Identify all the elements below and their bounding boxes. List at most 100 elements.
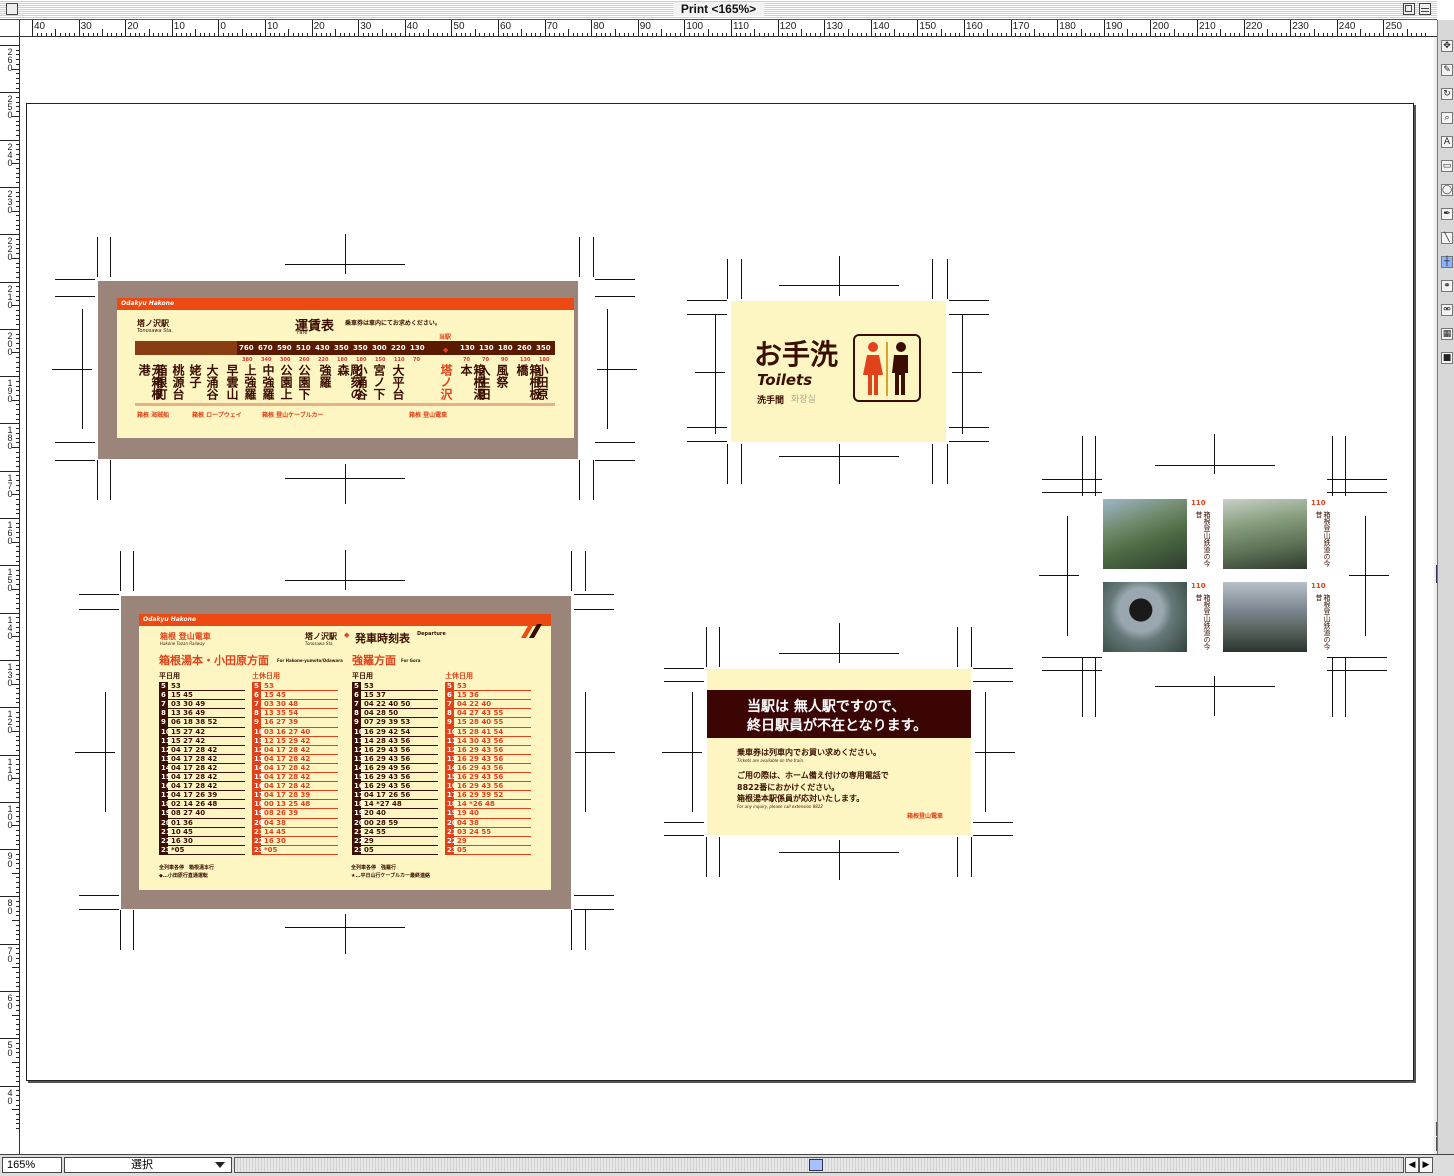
mode-select[interactable]: 選択 — [64, 1157, 232, 1173]
station-label: 箱根町 — [154, 364, 168, 400]
ruler-minor-tick — [16, 82, 19, 84]
ruler-minor-tick — [16, 555, 19, 557]
station-label: 公園下 — [297, 364, 311, 400]
ruler-minor-tick — [16, 413, 19, 415]
fare-child-value: 300 — [280, 357, 291, 363]
bezier-picture-tool-icon[interactable]: ✒ — [1441, 208, 1453, 220]
oval-picture-tool-icon[interactable]: ◯ — [1441, 184, 1453, 196]
ruler-major-tick — [917, 20, 919, 36]
ruler-minor-tick — [348, 33, 350, 36]
table-tool-icon[interactable]: ▦ — [1441, 328, 1453, 340]
line-ship: 箱根 海賊船 — [137, 412, 170, 419]
ruler-minor-tick — [16, 276, 19, 278]
ruler-major-tick — [125, 20, 127, 36]
ruler-minor-tick — [16, 886, 19, 888]
ruler-minor-tick — [16, 617, 19, 619]
rect-picture-tool-icon[interactable]: ▭ — [1441, 160, 1453, 172]
photo-caption: 箱根登山鉄道の今昔 — [1195, 511, 1211, 567]
ruler-minor-tick — [539, 33, 541, 36]
ruler-minor-tick — [1141, 33, 1143, 36]
ruler-minor-tick — [16, 286, 19, 288]
document-canvas[interactable]: Odakyu Hakone 塔ノ沢駅 Tonosawa Sta. 運賃表 Far… — [21, 38, 1434, 1154]
ruler-minor-tick — [16, 664, 19, 666]
ruler-minor-tick — [16, 844, 19, 846]
ruler-minor-tick — [1215, 33, 1217, 36]
text-box-tool-icon[interactable]: A — [1441, 136, 1453, 148]
ruler-minor-tick — [251, 33, 253, 36]
ruler-minor-tick — [16, 560, 19, 562]
scroll-right-arrow[interactable]: ▶ — [1419, 1157, 1433, 1173]
ruler-minor-tick — [973, 33, 975, 36]
ruler-origin[interactable] — [0, 20, 20, 37]
color-tool-icon[interactable]: ■ — [1441, 352, 1453, 364]
ruler-minor-tick — [16, 546, 19, 548]
ruler-minor-tick — [16, 688, 19, 690]
photo-card[interactable]: 110 箱根登山鉄道の今昔 — [1223, 499, 1339, 569]
ruler-minor-tick — [954, 33, 956, 36]
photo-card[interactable]: 110 箱根登山鉄道の今昔 — [1223, 582, 1339, 652]
close-box[interactable] — [6, 3, 18, 15]
ruler-minor-tick — [12, 68, 19, 70]
ruler-minor-tick — [16, 167, 19, 169]
photo-card[interactable]: 110 箱根登山鉄道の今昔 — [1103, 582, 1219, 652]
ruler-minor-tick — [511, 33, 513, 36]
zoom-tool-icon[interactable]: ⌕ — [1441, 112, 1453, 124]
fare-board[interactable]: Odakyu Hakone 塔ノ沢駅 Tonosawa Sta. 運賃表 Far… — [117, 298, 574, 438]
link-tool-icon[interactable]: ⚭ — [1441, 280, 1453, 292]
current-station-label: 塔ノ沢 — [439, 364, 453, 400]
tt-row-rule — [252, 853, 338, 855]
ruler-minor-tick — [1164, 33, 1166, 36]
ruler-minor-tick — [12, 257, 19, 259]
timetable[interactable]: Odakyu Hakone 箱根 登山電車 Hakone Tozan Railw… — [139, 614, 551, 890]
content-tool-icon[interactable]: ✎ — [1441, 64, 1453, 76]
ruler-minor-tick — [16, 603, 19, 605]
ruler-minor-tick — [16, 1009, 19, 1011]
collapse-box[interactable] — [1419, 3, 1431, 15]
ruler-minor-tick — [185, 33, 187, 36]
ruler-label: 160 — [966, 21, 983, 32]
vertical-ruler[interactable]: 2602502402302202102001901801701601501401… — [0, 37, 20, 1154]
horizontal-scrollbar[interactable] — [234, 1157, 1404, 1173]
rotate-tool-icon[interactable]: ↻ — [1441, 88, 1453, 100]
ruler-label: 0 — [220, 21, 226, 32]
ruler-label: 50 — [453, 21, 465, 32]
ruler-minor-tick — [92, 33, 94, 36]
fare-child-value: 180 — [356, 357, 367, 363]
ruler-minor-tick — [16, 106, 19, 108]
title-bar[interactable]: Print <165%> — [0, 0, 1437, 20]
unlink-tool-icon[interactable]: ⚮ — [1441, 304, 1453, 316]
item-tool-icon[interactable]: ✥ — [1441, 40, 1453, 52]
zoom-box[interactable] — [1403, 3, 1415, 15]
ruler-minor-tick — [428, 29, 430, 36]
ruler-minor-tick — [334, 29, 336, 36]
ruler-minor-tick — [595, 33, 597, 36]
toilet-sub-ko: 화장실 — [791, 395, 816, 405]
ruler-minor-tick — [12, 494, 19, 496]
ruler-minor-tick — [16, 499, 19, 501]
ruler-minor-tick — [959, 33, 961, 36]
ruler-minor-tick — [1229, 33, 1231, 36]
ruler-minor-tick — [12, 210, 19, 212]
orthogonal-line-tool-icon[interactable]: ┼ — [1441, 256, 1453, 268]
ruler-minor-tick — [502, 33, 504, 36]
unmanned-station-sign[interactable]: 当駅は 無人駅ですので、 終日駅員が不在となります。 乗車券は列車内でお買い求め… — [707, 669, 971, 835]
horizontal-scroll-thumb[interactable] — [809, 1159, 823, 1171]
ruler-minor-tick — [530, 33, 532, 36]
photo-caption: 箱根登山鉄道の今昔 — [1195, 594, 1211, 650]
toilet-sign[interactable]: お手洗 Toilets 洗手間 화장실 — [731, 301, 946, 442]
ruler-minor-tick — [16, 54, 19, 56]
station-photo — [1103, 582, 1187, 652]
photo-card[interactable]: 110 箱根登山鉄道の今昔 — [1103, 499, 1219, 569]
horizontal-ruler[interactable]: 40 30 20 10 0 10 20 30 40 50 60 70 80 90 100 110 120 130 1… — [20, 20, 1437, 37]
ruler-label: 190 — [1105, 21, 1123, 32]
scroll-left-arrow[interactable]: ◀ — [1405, 1157, 1419, 1173]
line-tool-icon[interactable]: ╲ — [1441, 232, 1453, 244]
tt-station-en: Tonosawa Sta. — [305, 641, 334, 646]
current-diamond: ◆ — [443, 346, 449, 354]
ruler-minor-tick — [16, 87, 19, 89]
tt-day-header: 平日用 — [159, 672, 180, 680]
ruler-minor-tick — [16, 953, 19, 955]
ruler-minor-tick — [16, 853, 19, 855]
zoom-field[interactable]: 165% — [2, 1157, 62, 1173]
ruler-minor-tick — [153, 33, 155, 36]
